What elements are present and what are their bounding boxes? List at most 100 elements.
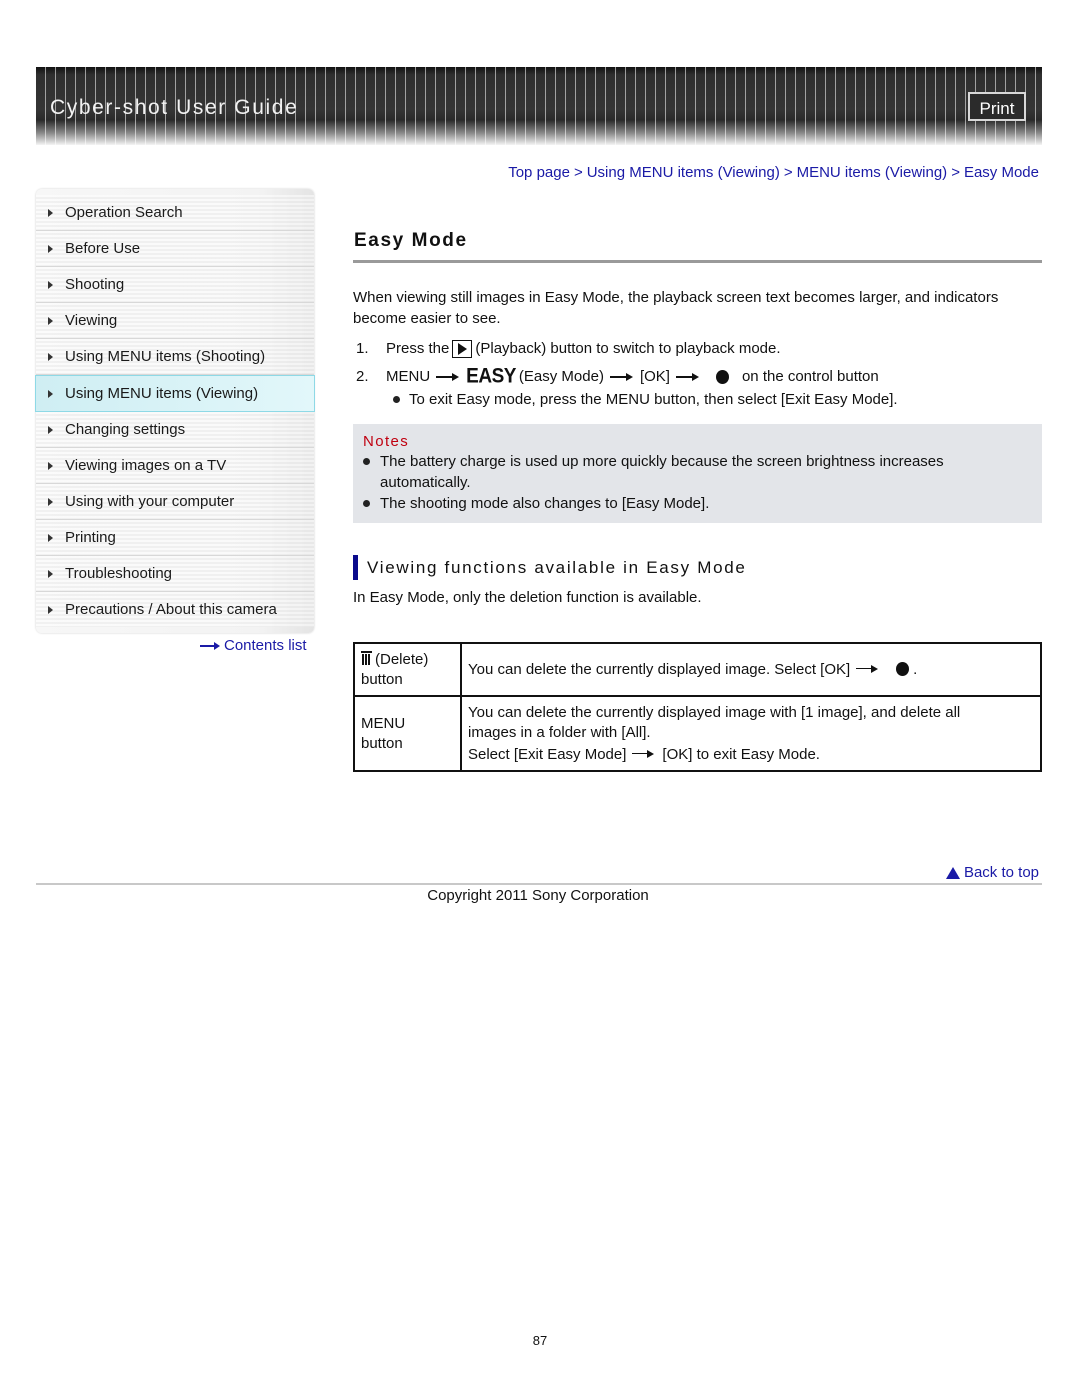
print-button[interactable]: Print bbox=[968, 92, 1026, 121]
breadcrumb-menu-items-viewing[interactable]: MENU items (Viewing) bbox=[797, 164, 948, 181]
step-text: on the control button bbox=[741, 368, 879, 385]
sidebar-item-label: Shooting bbox=[65, 276, 125, 293]
triangle-right-icon bbox=[48, 208, 53, 217]
triangle-right-icon bbox=[48, 425, 53, 434]
sidebar-item-label: Using with your computer bbox=[65, 493, 235, 510]
breadcrumb: Top page > Using MENU items (Viewing) > MENU… bbox=[508, 164, 1039, 181]
sidebar-item-label: Printing bbox=[65, 529, 116, 546]
contents-list-link[interactable]: Contents list bbox=[200, 637, 307, 654]
ok-label: [OK] bbox=[639, 368, 670, 385]
step-text: Press the bbox=[386, 340, 450, 357]
sidebar-item-precautions[interactable]: Precautions / About this camera bbox=[36, 592, 314, 627]
note-item: The battery charge is used up more quick… bbox=[363, 451, 1030, 493]
header-banner: Cyber-shot User Guide Print bbox=[36, 67, 1042, 145]
triangle-right-icon bbox=[48, 352, 53, 361]
triangle-right-icon bbox=[48, 605, 53, 614]
sidebar-item-operation-search[interactable]: Operation Search bbox=[36, 195, 314, 231]
triangle-right-icon bbox=[48, 244, 53, 253]
control-button-center-icon bbox=[896, 661, 910, 676]
table-value-cell: You can delete the currently displayed i… bbox=[460, 695, 1042, 772]
arrow-right-icon bbox=[856, 664, 879, 673]
page-title: Easy Mode bbox=[353, 230, 1042, 263]
tip-text: To exit Easy mode, press the MENU button… bbox=[409, 391, 898, 408]
sidebar-item-label: Using MENU items (Viewing) bbox=[65, 385, 259, 402]
footer-divider bbox=[36, 883, 1042, 885]
arrow-right-icon bbox=[609, 373, 634, 381]
breadcrumb-using-menu-viewing[interactable]: Using MENU items (Viewing) bbox=[587, 164, 780, 181]
arrow-right-icon bbox=[632, 749, 655, 758]
table-row: MENU button You can delete the currently… bbox=[353, 695, 1042, 772]
triangle-right-icon bbox=[48, 533, 53, 542]
step-1: 1. Press the (Playback) button to switch… bbox=[353, 339, 1042, 359]
sidebar-item-label: Before Use bbox=[65, 240, 141, 257]
arrow-right-icon bbox=[436, 373, 460, 381]
sidebar-item-label: Operation Search bbox=[65, 204, 183, 221]
triangle-up-icon bbox=[945, 866, 960, 879]
triangle-right-icon bbox=[48, 389, 53, 398]
key-label: MENU bbox=[361, 714, 406, 732]
back-to-top-label: Back to top bbox=[963, 864, 1039, 881]
value-text: You can delete the currently displayed i… bbox=[468, 660, 851, 678]
step-2-tip: To exit Easy mode, press the MENU button… bbox=[353, 391, 1042, 408]
bullet-icon bbox=[363, 500, 370, 507]
sidebar-item-label: Precautions / About this camera bbox=[65, 601, 277, 618]
sidebar-item-label: Viewing bbox=[65, 312, 118, 329]
value-text: Select [Exit Easy Mode] bbox=[468, 745, 627, 763]
breadcrumb-separator: > bbox=[783, 164, 793, 181]
table-value-cell: You can delete the currently displayed i… bbox=[460, 642, 1042, 697]
main-content: Easy Mode When viewing still images in E… bbox=[353, 230, 1042, 772]
sidebar-item-computer[interactable]: Using with your computer bbox=[36, 484, 314, 520]
key-suffix: button bbox=[361, 734, 403, 752]
key-suffix: button bbox=[361, 670, 403, 688]
back-to-top-link[interactable]: Back to top bbox=[945, 864, 1039, 881]
trash-icon bbox=[361, 650, 372, 665]
triangle-right-icon bbox=[48, 461, 53, 470]
triangle-right-icon bbox=[48, 280, 53, 289]
section-intro: In Easy Mode, only the deletion function… bbox=[353, 589, 702, 606]
key-label: (Delete) bbox=[375, 650, 429, 668]
section-heading: Viewing functions available in Easy Mode bbox=[353, 555, 1042, 580]
sidebar-nav: Operation Search Before Use Shooting Vie… bbox=[35, 189, 315, 633]
page-number: 87 bbox=[532, 1333, 548, 1348]
control-button-center-icon bbox=[715, 370, 729, 384]
breadcrumb-top-page[interactable]: Top page bbox=[508, 164, 570, 181]
sidebar-item-before-use[interactable]: Before Use bbox=[36, 231, 314, 267]
sidebar-item-label: Troubleshooting bbox=[65, 565, 173, 582]
menu-label: MENU bbox=[386, 368, 431, 385]
note-item: The shooting mode also changes to [Easy … bbox=[363, 493, 1030, 514]
easy-mode-icon: EASY bbox=[466, 364, 516, 388]
sidebar-item-menu-viewing[interactable]: Using MENU items (Viewing) bbox=[35, 375, 315, 412]
easy-mode-label: (Easy Mode) bbox=[518, 368, 604, 385]
step-text: (Playback) button to switch to playback … bbox=[475, 340, 781, 357]
section-marker-bar bbox=[353, 555, 358, 580]
notes-box: Notes The battery charge is used up more… bbox=[353, 424, 1042, 523]
table-key-cell: MENU button bbox=[353, 695, 462, 772]
note-text: The shooting mode also changes to [Easy … bbox=[380, 495, 710, 512]
sidebar-item-shooting[interactable]: Shooting bbox=[36, 267, 314, 303]
section-title: Viewing functions available in Easy Mode bbox=[367, 557, 747, 577]
sidebar-item-troubleshooting[interactable]: Troubleshooting bbox=[36, 556, 314, 592]
sidebar-item-printing[interactable]: Printing bbox=[36, 520, 314, 556]
table-key-cell: (Delete) button bbox=[353, 642, 462, 697]
arrow-right-icon bbox=[200, 641, 220, 651]
triangle-right-icon bbox=[48, 316, 53, 325]
sidebar-item-label: Viewing images on a TV bbox=[65, 457, 227, 474]
step-number: 1. bbox=[356, 340, 369, 357]
sidebar-item-label: Using MENU items (Shooting) bbox=[65, 348, 266, 365]
sidebar-item-menu-shooting[interactable]: Using MENU items (Shooting) bbox=[36, 339, 314, 375]
breadcrumb-easy-mode[interactable]: Easy Mode bbox=[964, 164, 1039, 181]
value-text: [OK] to exit Easy Mode. bbox=[662, 745, 820, 763]
note-text: The battery charge is used up more quick… bbox=[380, 453, 944, 491]
step-number: 2. bbox=[356, 368, 369, 385]
playback-icon bbox=[452, 340, 473, 358]
bullet-icon bbox=[393, 396, 400, 403]
sidebar-item-viewing-on-tv[interactable]: Viewing images on a TV bbox=[36, 448, 314, 484]
arrow-right-icon bbox=[675, 373, 700, 381]
copyright: Copyright 2011 Sony Corporation bbox=[427, 887, 649, 904]
sidebar-item-changing-settings[interactable]: Changing settings bbox=[36, 412, 314, 448]
value-line-2: Select [Exit Easy Mode] [OK] to exit Easy… bbox=[468, 745, 1034, 765]
breadcrumb-separator: > bbox=[573, 164, 583, 181]
sidebar-item-viewing[interactable]: Viewing bbox=[36, 303, 314, 339]
sidebar-item-label: Changing settings bbox=[65, 421, 186, 438]
breadcrumb-separator: > bbox=[951, 164, 960, 181]
